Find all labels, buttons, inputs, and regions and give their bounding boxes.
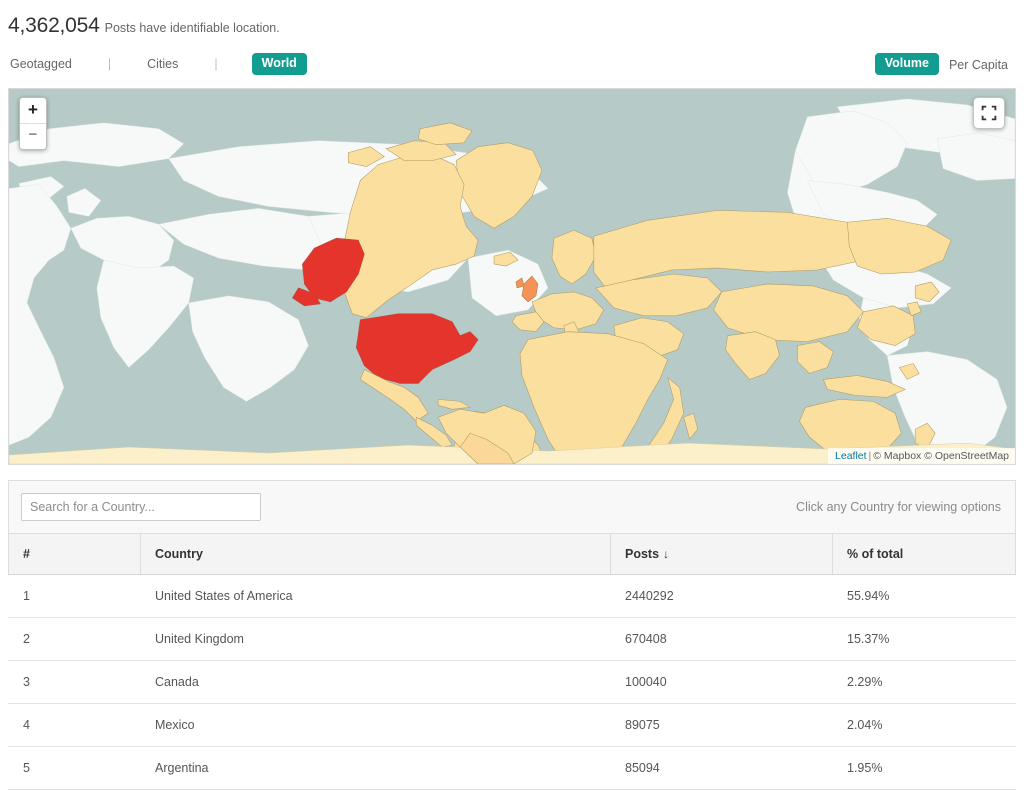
sort-descending-icon: ↓ bbox=[663, 547, 670, 561]
table-header-row: # Country Posts ↓ % of total bbox=[8, 533, 1016, 575]
scope-tabs: Geotagged | Cities | World bbox=[8, 53, 307, 76]
tab-geotagged[interactable]: Geotagged bbox=[8, 54, 74, 74]
zoom-out-button[interactable]: − bbox=[20, 123, 46, 149]
country-table-panel: Click any Country for viewing options bbox=[8, 480, 1016, 533]
cell-posts: 670408 bbox=[610, 617, 833, 661]
cell-country: Argentina bbox=[140, 746, 611, 790]
geotagged-post-count: 4,362,054 bbox=[8, 14, 100, 37]
cell-pct: 15.37% bbox=[832, 617, 1016, 661]
table-hint: Click any Country for viewing options bbox=[796, 500, 1001, 514]
table-row[interactable]: 3 Canada 100040 2.29% bbox=[8, 660, 1016, 704]
column-header-rank[interactable]: # bbox=[8, 533, 141, 575]
cell-country: Canada bbox=[140, 660, 611, 704]
view-tab-row: Geotagged | Cities | World Volume Per Ca… bbox=[0, 53, 1024, 79]
column-header-country[interactable]: Country bbox=[140, 533, 611, 575]
column-header-pct[interactable]: % of total bbox=[832, 533, 1016, 575]
tab-separator-2: | bbox=[214, 57, 218, 72]
country-ranking-table: # Country Posts ↓ % of total 1 United Sta… bbox=[8, 533, 1016, 790]
attribution-osm[interactable]: © OpenStreetMap bbox=[924, 450, 1009, 462]
cell-rank: 1 bbox=[8, 574, 141, 618]
attribution-leaflet[interactable]: Leaflet bbox=[835, 450, 867, 462]
table-row[interactable]: 5 Argentina 85094 1.95% bbox=[8, 746, 1016, 790]
cell-rank: 5 bbox=[8, 746, 141, 790]
metric-tabs: Volume Per Capita bbox=[874, 53, 1010, 76]
cell-posts: 2440292 bbox=[610, 574, 833, 618]
table-body: 1 United States of America 2440292 55.94… bbox=[8, 574, 1016, 790]
column-header-posts[interactable]: Posts ↓ bbox=[610, 533, 833, 575]
tab-per-capita[interactable]: Per Capita bbox=[947, 54, 1010, 75]
cell-country: United States of America bbox=[140, 574, 611, 618]
tab-separator-1: | bbox=[107, 57, 112, 72]
cell-pct: 55.94% bbox=[832, 574, 1016, 618]
geotagged-post-caption: Posts have identifiable location. bbox=[104, 21, 280, 35]
table-row[interactable]: 2 United Kingdom 670408 15.37% bbox=[8, 617, 1016, 661]
cell-posts: 89075 bbox=[610, 703, 833, 747]
tab-cities[interactable]: Cities bbox=[145, 54, 180, 74]
cell-rank: 4 bbox=[8, 703, 141, 747]
cell-rank: 3 bbox=[8, 660, 141, 704]
table-row[interactable]: 1 United States of America 2440292 55.94… bbox=[8, 574, 1016, 618]
cell-pct: 2.29% bbox=[832, 660, 1016, 704]
tab-volume[interactable]: Volume bbox=[874, 53, 939, 76]
table-row[interactable]: 4 Mexico 89075 2.04% bbox=[8, 703, 1016, 747]
page-header: 4,362,054 Posts have identifiable locatio… bbox=[0, 0, 1024, 46]
world-map-svg[interactable]: .ld { fill:#fadf9e; stroke:#b09a63; stro… bbox=[9, 89, 1015, 464]
fullscreen-button[interactable] bbox=[973, 97, 1005, 129]
cell-country: United Kingdom bbox=[140, 617, 611, 661]
attribution-mapbox[interactable]: © Mapbox bbox=[873, 450, 921, 462]
fullscreen-icon bbox=[981, 105, 997, 121]
cell-country: Mexico bbox=[140, 703, 611, 747]
cell-posts: 100040 bbox=[610, 660, 833, 704]
tab-world[interactable]: World bbox=[251, 53, 307, 76]
table-toolbar: Click any Country for viewing options bbox=[9, 481, 1015, 533]
cell-rank: 2 bbox=[8, 617, 141, 661]
search-input[interactable] bbox=[21, 493, 261, 521]
zoom-in-button[interactable]: + bbox=[20, 98, 46, 123]
choropleth-map[interactable]: .ld { fill:#fadf9e; stroke:#b09a63; stro… bbox=[8, 88, 1016, 465]
cell-posts: 85094 bbox=[610, 746, 833, 790]
map-zoom-controls[interactable]: + − bbox=[19, 97, 47, 150]
cell-pct: 2.04% bbox=[832, 703, 1016, 747]
cell-pct: 1.95% bbox=[832, 746, 1016, 790]
map-attribution: Leaflet | © Mapbox © OpenStreetMap bbox=[828, 448, 1015, 464]
column-header-posts-label: Posts bbox=[625, 547, 660, 561]
